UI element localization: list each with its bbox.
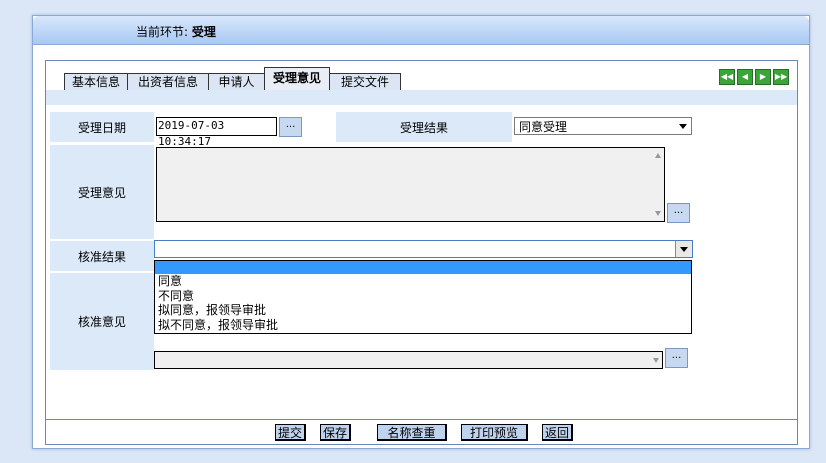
accept-opinion-label: 受理意见 [50, 145, 154, 239]
accept-result-value: 同意受理 [519, 120, 568, 134]
footer-toolbar: 提交 保存 名称查重 打印预览 返回 [46, 419, 797, 445]
chevron-down-icon [679, 124, 687, 129]
approve-opinion-scrollbar[interactable] [650, 352, 662, 368]
option-disagree[interactable]: 不同意 [155, 289, 691, 304]
save-button[interactable]: 保存 [320, 424, 351, 441]
current-stage-label: 当前环节: [136, 25, 189, 39]
current-stage: 当前环节: 受理 [136, 23, 216, 40]
chevron-down-icon [680, 247, 688, 252]
submit-button[interactable]: 提交 [275, 424, 306, 441]
scroll-down-icon [655, 211, 661, 216]
prev-icon[interactable]: ◀ [737, 69, 753, 85]
tab-submitted-files[interactable]: 提交文件 [329, 73, 401, 91]
content-panel: 基本信息 出资者信息 申请人 受理意见 提交文件 ◀◀ ◀ ▶ ▶▶ 受理日期 … [45, 60, 798, 445]
accept-result-select[interactable]: 同意受理 [514, 117, 692, 135]
current-stage-value: 受理 [191, 25, 216, 39]
dropdown-toggle[interactable] [675, 241, 692, 257]
accept-opinion-textarea[interactable] [156, 147, 665, 222]
tab-basic-info[interactable]: 基本信息 [64, 73, 128, 91]
tab-applicant[interactable]: 申请人 [208, 73, 265, 91]
scroll-up-icon [655, 153, 661, 158]
accept-date-label: 受理日期 [50, 112, 154, 142]
option-tentative-disagree[interactable]: 拟不同意，报领导审批 [155, 318, 691, 333]
tab-accept-opinion[interactable]: 受理意见 [264, 67, 330, 91]
approve-result-label: 核准结果 [50, 241, 154, 271]
accept-result-label: 受理结果 [336, 112, 512, 142]
next-icon[interactable]: ▶ [755, 69, 771, 85]
date-picker-button[interactable]: ... [279, 117, 302, 137]
approve-opinion-textarea[interactable] [154, 351, 663, 369]
window-frame: 当前环节: 受理 基本信息 出资者信息 申请人 受理意见 提交文件 ◀◀ ◀ ▶… [32, 15, 810, 449]
first-icon[interactable]: ◀◀ [719, 69, 735, 85]
tab-investor-info[interactable]: 出资者信息 [127, 73, 209, 91]
print-preview-button[interactable]: 打印预览 [461, 424, 528, 441]
accept-date-input[interactable]: 2019-07-03 10:34:17 [156, 117, 277, 148]
scroll-down-icon [653, 358, 659, 363]
name-check-button[interactable]: 名称查重 [377, 424, 447, 441]
approve-result-select[interactable] [154, 240, 693, 258]
approve-result-options: 同意 不同意 拟同意，报领导审批 拟不同意，报领导审批 [154, 260, 692, 334]
option-tentative-agree[interactable]: 拟同意，报领导审批 [155, 303, 691, 318]
title-bar: 当前环节: 受理 [33, 16, 809, 45]
last-icon[interactable]: ▶▶ [773, 69, 789, 85]
approve-opinion-picker-button[interactable]: ... [665, 348, 688, 368]
tab-underline-bar [46, 90, 797, 105]
accept-opinion-picker-button[interactable]: ... [667, 203, 690, 223]
option-blank[interactable] [155, 261, 691, 274]
approve-opinion-label: 核准意见 [50, 273, 154, 370]
accept-opinion-scrollbar[interactable] [652, 148, 664, 221]
option-agree[interactable]: 同意 [155, 274, 691, 289]
back-button[interactable]: 返回 [542, 424, 573, 441]
